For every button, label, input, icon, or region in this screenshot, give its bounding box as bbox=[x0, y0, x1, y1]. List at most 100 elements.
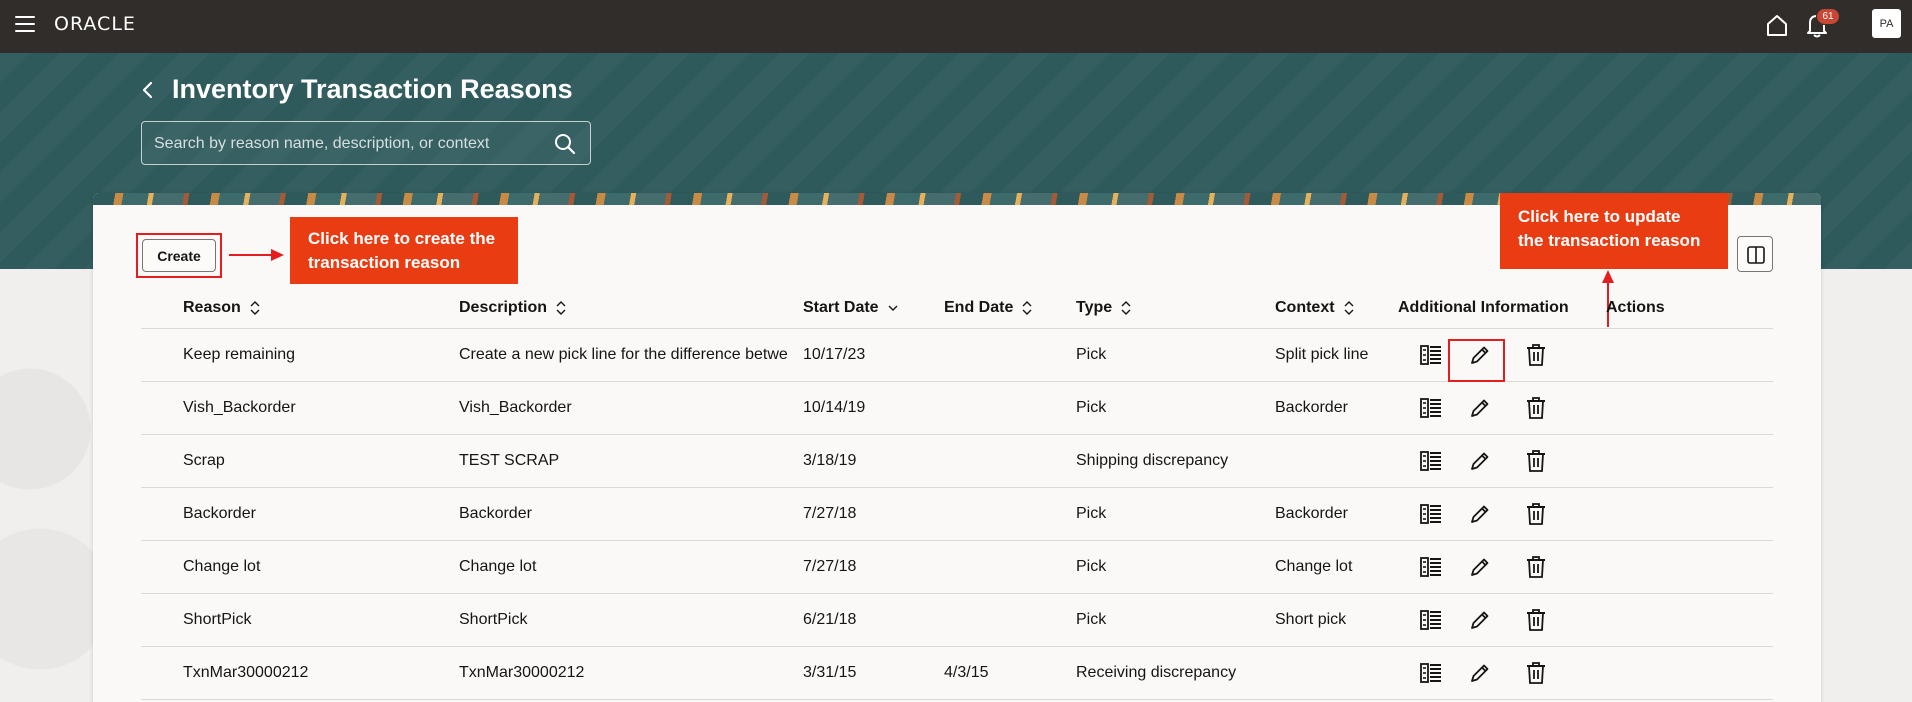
search-icon[interactable] bbox=[553, 132, 577, 156]
cell-start-date: 7/27/18 bbox=[803, 558, 857, 575]
cell-context: Change lot bbox=[1275, 558, 1353, 575]
edit-pencil-icon[interactable] bbox=[1469, 344, 1491, 366]
sort-icon bbox=[1022, 301, 1032, 315]
cell-description: ShortPick bbox=[459, 611, 528, 628]
column-header-actions: Actions bbox=[1606, 299, 1665, 317]
column-header-reason[interactable]: Reason bbox=[183, 299, 260, 317]
columns-icon bbox=[1747, 246, 1765, 264]
column-header-label: Reason bbox=[183, 299, 241, 316]
sort-icon bbox=[1121, 301, 1131, 315]
table-row[interactable]: TxnMar30000212 TxnMar30000212 3/31/15 4/3/1… bbox=[141, 647, 1773, 700]
sort-descending-icon bbox=[888, 305, 898, 311]
cell-context: Backorder bbox=[1275, 505, 1348, 522]
cell-reason: Scrap bbox=[183, 452, 225, 469]
additional-information-icon[interactable] bbox=[1420, 504, 1442, 524]
cell-context: Split pick line bbox=[1275, 346, 1369, 363]
create-button[interactable]: Create bbox=[142, 239, 216, 272]
table-row[interactable]: Scrap TEST SCRAP 3/18/19 Shipping discrepan… bbox=[141, 435, 1773, 488]
cell-type: Pick bbox=[1076, 558, 1107, 575]
cell-start-date: 10/17/23 bbox=[803, 346, 866, 363]
reasons-table: Reason Description Start Date End Date T… bbox=[141, 289, 1773, 700]
navigator-menu-icon[interactable] bbox=[15, 16, 35, 32]
cell-type: Shipping discrepancy bbox=[1076, 452, 1229, 469]
additional-information-icon[interactable] bbox=[1420, 345, 1442, 365]
table-row[interactable]: Vish_Backorder Vish_Backorder 10/14/19 Pick… bbox=[141, 382, 1773, 435]
cell-start-date: 7/27/18 bbox=[803, 505, 857, 522]
additional-information-icon[interactable] bbox=[1420, 451, 1442, 471]
edit-pencil-icon[interactable] bbox=[1469, 556, 1491, 578]
column-header-label: Description bbox=[459, 299, 548, 316]
cell-context: Short pick bbox=[1275, 611, 1347, 628]
edit-pencil-icon[interactable] bbox=[1469, 662, 1491, 684]
cell-description: Create a new pick line for the differenc… bbox=[459, 346, 788, 363]
edit-pencil-icon[interactable] bbox=[1469, 397, 1491, 419]
cell-type: Pick bbox=[1076, 611, 1107, 628]
additional-information-icon[interactable] bbox=[1420, 663, 1442, 683]
additional-information-icon[interactable] bbox=[1420, 610, 1442, 630]
sort-icon bbox=[250, 301, 260, 315]
delete-trash-icon[interactable] bbox=[1525, 608, 1547, 632]
cell-reason: Change lot bbox=[183, 558, 261, 575]
additional-information-icon[interactable] bbox=[1420, 398, 1442, 418]
column-header-label: Additional Information bbox=[1398, 299, 1569, 316]
column-header-start-date[interactable]: Start Date bbox=[803, 299, 898, 317]
cell-description: Vish_Backorder bbox=[459, 399, 572, 416]
notification-count-badge: 61 bbox=[1816, 8, 1840, 25]
column-header-end-date[interactable]: End Date bbox=[944, 299, 1032, 317]
background-pattern bbox=[0, 269, 100, 702]
delete-trash-icon[interactable] bbox=[1525, 343, 1547, 367]
update-callout: Click here to update the transaction rea… bbox=[1500, 193, 1728, 269]
column-header-label: Start Date bbox=[803, 299, 879, 316]
cell-start-date: 3/31/15 bbox=[803, 664, 857, 681]
home-icon[interactable] bbox=[1764, 12, 1790, 38]
results-card: Create Click here to create the transact… bbox=[93, 193, 1821, 702]
column-header-label: Context bbox=[1275, 299, 1335, 316]
delete-trash-icon[interactable] bbox=[1525, 449, 1547, 473]
table-row[interactable]: Change lot Change lot 7/27/18 Pick Change lo… bbox=[141, 541, 1773, 594]
sort-icon bbox=[1344, 301, 1354, 315]
edit-pencil-icon[interactable] bbox=[1469, 609, 1491, 631]
table-row[interactable]: Backorder Backorder 7/27/18 Pick Backorder bbox=[141, 488, 1773, 541]
user-avatar[interactable]: PA bbox=[1872, 9, 1901, 38]
cell-description: TEST SCRAP bbox=[459, 452, 560, 469]
cell-reason: Backorder bbox=[183, 505, 256, 522]
column-header-description[interactable]: Description bbox=[459, 299, 566, 317]
table-row[interactable]: Keep remaining Create a new pick line for… bbox=[141, 329, 1773, 382]
delete-trash-icon[interactable] bbox=[1525, 396, 1547, 420]
edit-pencil-icon[interactable] bbox=[1469, 450, 1491, 472]
table-row[interactable]: ShortPick ShortPick 6/21/18 Pick Short pick bbox=[141, 594, 1773, 647]
cell-description: TxnMar30000212 bbox=[459, 664, 585, 681]
column-header-label: Actions bbox=[1606, 299, 1665, 316]
cell-start-date: 10/14/19 bbox=[803, 399, 866, 416]
cell-start-date: 3/18/19 bbox=[803, 452, 857, 469]
oracle-logo: ORACLE bbox=[54, 13, 136, 35]
delete-trash-icon[interactable] bbox=[1525, 555, 1547, 579]
search-input[interactable] bbox=[154, 132, 534, 156]
search-box bbox=[141, 121, 591, 165]
cell-type: Receiving discrepancy bbox=[1076, 664, 1237, 681]
cell-start-date: 6/21/18 bbox=[803, 611, 857, 628]
create-callout: Click here to create the transaction rea… bbox=[290, 217, 518, 284]
cell-description: Backorder bbox=[459, 505, 532, 522]
delete-trash-icon[interactable] bbox=[1525, 661, 1547, 685]
edit-pencil-icon[interactable] bbox=[1469, 503, 1491, 525]
column-header-context[interactable]: Context bbox=[1275, 299, 1354, 317]
cell-reason: Keep remaining bbox=[183, 346, 296, 363]
column-header-additional-information: Additional Information bbox=[1398, 299, 1569, 317]
column-header-type[interactable]: Type bbox=[1076, 299, 1131, 317]
column-header-label: Type bbox=[1076, 299, 1113, 316]
cell-context: Backorder bbox=[1275, 399, 1348, 416]
cell-type: Pick bbox=[1076, 346, 1107, 363]
back-chevron-icon[interactable] bbox=[138, 79, 158, 101]
cell-reason: Vish_Backorder bbox=[183, 399, 296, 416]
additional-information-icon[interactable] bbox=[1420, 557, 1442, 577]
columns-toggle-button[interactable] bbox=[1737, 236, 1773, 272]
cell-type: Pick bbox=[1076, 505, 1107, 522]
table-body: Keep remaining Create a new pick line for… bbox=[141, 329, 1773, 700]
cell-description: Change lot bbox=[459, 558, 537, 575]
delete-trash-icon[interactable] bbox=[1525, 502, 1547, 526]
cell-type: Pick bbox=[1076, 399, 1107, 416]
column-header-label: End Date bbox=[944, 299, 1014, 316]
arrow-right-icon bbox=[229, 249, 284, 261]
global-header: ORACLE 61 PA bbox=[0, 0, 1912, 53]
